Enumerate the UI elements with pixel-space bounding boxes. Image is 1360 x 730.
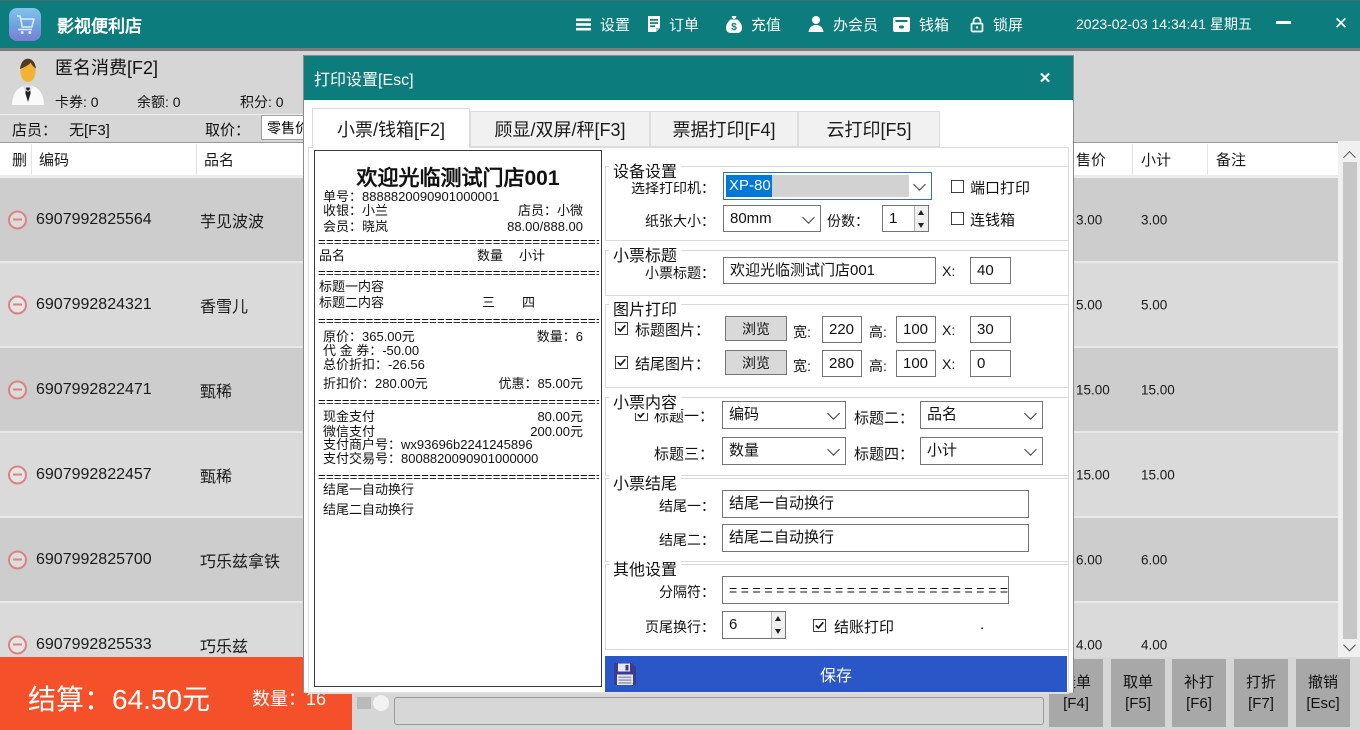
svg-text:$: $ <box>731 22 737 33</box>
